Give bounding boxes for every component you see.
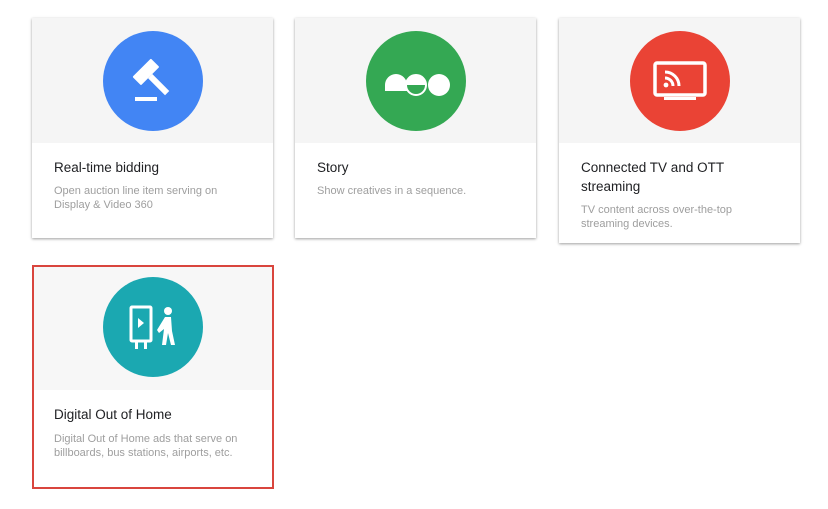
card-description: Show creatives in a sequence. bbox=[317, 185, 467, 197]
card-digital-out-of-home[interactable]: Digital Out of Home Digital Out of Home … bbox=[32, 265, 274, 489]
card-description: Open auction line item serving on Displa… bbox=[54, 185, 218, 211]
card-real-time-bidding[interactable]: Real-time bidding Open auction line item… bbox=[32, 18, 273, 238]
card-connected-tv[interactable]: Connected TV and OTT streaming TV conten… bbox=[559, 18, 800, 243]
card-story[interactable]: Story Show creatives in a sequence. bbox=[295, 18, 536, 238]
card-description: TV content across over-the-top streaming… bbox=[581, 204, 733, 230]
gavel-icon bbox=[102, 31, 203, 131]
card-title: Real-time bidding bbox=[54, 160, 160, 175]
billboard-person-icon bbox=[103, 277, 203, 377]
card-description: Digital Out of Home ads that serve on bi… bbox=[54, 433, 238, 459]
card-title: Connected TV and OTT streaming bbox=[581, 160, 724, 194]
cast-tv-icon bbox=[629, 31, 730, 131]
story-sequence-icon bbox=[365, 31, 466, 131]
card-title: Digital Out of Home bbox=[54, 407, 172, 422]
line-item-type-grid: Real-time bidding Open auction line item… bbox=[0, 0, 828, 509]
card-title: Story bbox=[317, 160, 349, 175]
